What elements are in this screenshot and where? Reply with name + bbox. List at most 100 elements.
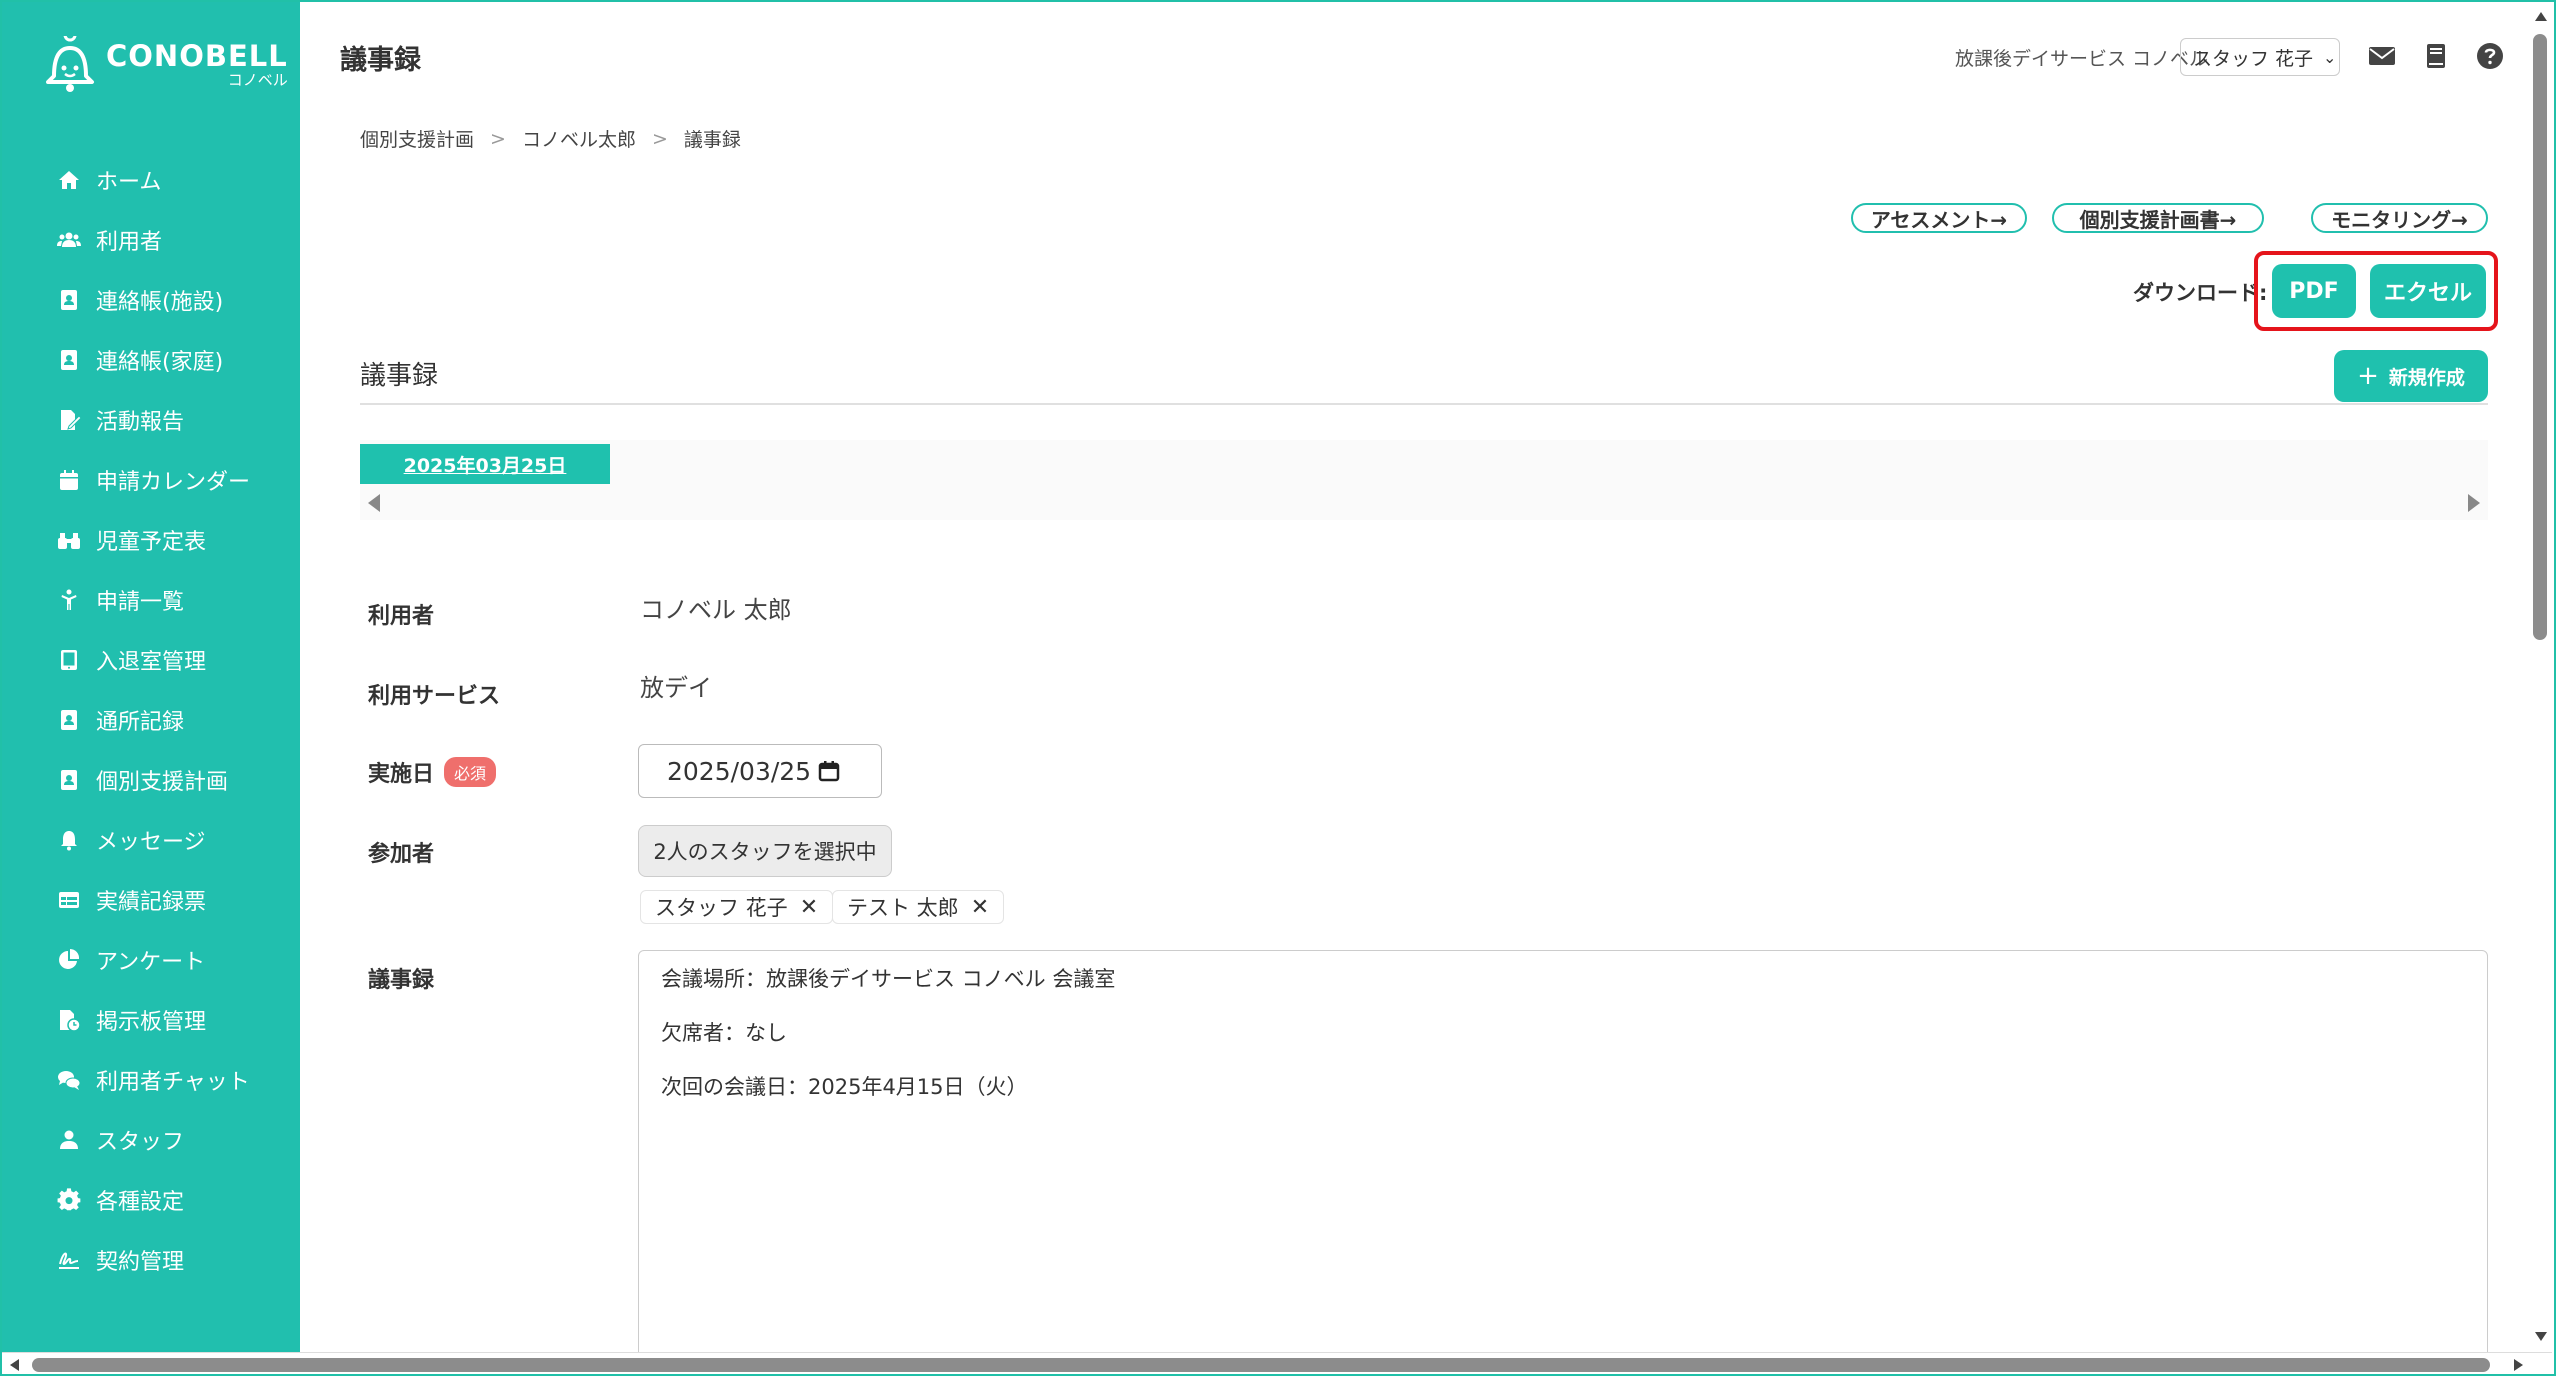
mail-icon[interactable] <box>2366 40 2398 72</box>
contact-book-icon <box>56 347 82 373</box>
minutes-textarea[interactable]: 会議場所：放課後デイサービス コノベル 会議室 欠席者：なし 次回の会議日：20… <box>638 950 2488 1370</box>
sidebar-item-contact-facility[interactable]: 連絡帳(施設) <box>2 270 300 330</box>
user-label: 利用者 <box>368 604 435 629</box>
sidebar-item-label: スタッフ <box>96 1130 185 1155</box>
sidebar-item-survey[interactable]: アンケート <box>2 930 300 990</box>
plus-icon: + <box>2357 361 2379 391</box>
vertical-scrollbar[interactable] <box>2530 4 2552 1356</box>
sidebar-item-label: 入退室管理 <box>96 650 207 675</box>
edit-document-icon <box>56 407 82 433</box>
breadcrumb-separator-icon: > <box>490 127 506 150</box>
pdf-download-button[interactable]: PDF <box>2272 264 2356 318</box>
participant-chip: スタッフ 花子 ✕ <box>640 890 834 924</box>
sidebar-item-contact-home[interactable]: 連絡帳(家庭) <box>2 330 300 390</box>
horizontal-scrollbar[interactable] <box>2 1352 2552 1377</box>
excel-download-button[interactable]: エクセル <box>2370 264 2486 318</box>
sidebar-item-users[interactable]: 利用者 <box>2 210 300 270</box>
horizontal-scroll-thumb[interactable] <box>32 1358 2490 1372</box>
section-divider <box>360 403 2488 405</box>
minutes-line: 会議場所：放課後デイサービス コノベル 会議室 <box>661 967 1116 991</box>
user-value: コノベル 太郎 <box>640 596 792 624</box>
sidebar-item-label: 通所記録 <box>96 710 185 735</box>
bell-logo-icon <box>46 36 94 92</box>
home-icon <box>56 167 82 193</box>
binoculars-icon <box>56 527 82 553</box>
sidebar-item-activity-report[interactable]: 活動報告 <box>2 390 300 450</box>
user-icon <box>56 1127 82 1153</box>
manual-book-icon[interactable] <box>2420 40 2452 72</box>
download-label: ダウンロード: <box>2133 281 2268 305</box>
date-input[interactable]: 2025/03/25 <box>638 744 882 798</box>
scroll-left-icon[interactable] <box>368 494 380 512</box>
sidebar: CONOBELL コノベル ホーム 利用者 連絡帳(施設) 連絡帳(家庭) 活動… <box>2 2 300 1352</box>
facility-name: 放課後デイサービス コノベル <box>1955 48 2209 70</box>
bell-icon <box>56 827 82 853</box>
sidebar-item-request-calendar[interactable]: 申請カレンダー <box>2 450 300 510</box>
sidebar-item-label: 利用者チャット <box>96 1070 250 1095</box>
scroll-left-icon[interactable] <box>10 1359 19 1371</box>
sidebar-item-bulletin-board[interactable]: 掲示板管理 <box>2 990 300 1050</box>
sidebar-item-label: 連絡帳(家庭) <box>96 350 224 375</box>
participant-name: テスト 太郎 <box>847 896 959 920</box>
new-create-label: 新規作成 <box>2388 366 2465 389</box>
staff-selector-value: スタッフ 花子 <box>2193 47 2314 70</box>
contact-book-icon <box>56 287 82 313</box>
gear-icon <box>56 1187 82 1213</box>
child-icon <box>56 587 82 613</box>
participants-select-button[interactable]: 2人のスタッフを選択中 <box>638 825 892 877</box>
sidebar-item-label: 連絡帳(施設) <box>96 290 224 315</box>
scroll-right-icon[interactable] <box>2514 1359 2523 1371</box>
assessment-link-button[interactable]: アセスメント→ <box>1851 203 2027 233</box>
users-icon <box>56 227 82 253</box>
sidebar-item-attendance[interactable]: 入退室管理 <box>2 630 300 690</box>
sidebar-item-visit-records[interactable]: 通所記録 <box>2 690 300 750</box>
sidebar-item-home[interactable]: ホーム <box>2 150 300 210</box>
staff-selector[interactable]: スタッフ 花子 ⌄ <box>2180 38 2340 76</box>
sidebar-item-label: 児童予定表 <box>96 530 207 555</box>
breadcrumb-separator-icon: > <box>651 127 668 150</box>
contact-book-icon <box>56 707 82 733</box>
breadcrumb-item-current: 議事録 <box>683 129 741 151</box>
required-badge: 必須 <box>444 757 497 787</box>
sidebar-item-messages[interactable]: メッセージ <box>2 810 300 870</box>
sidebar-item-label: 掲示板管理 <box>96 1010 207 1035</box>
service-label: 利用サービス <box>368 684 501 709</box>
participant-name: スタッフ 花子 <box>655 896 788 920</box>
sidebar-item-label: 契約管理 <box>96 1250 185 1275</box>
tablet-icon <box>56 647 82 673</box>
sidebar-item-label: 活動報告 <box>96 410 185 435</box>
sidebar-item-performance-record[interactable]: 実績記録票 <box>2 870 300 930</box>
breadcrumb-item-user[interactable]: コノベル太郎 <box>522 125 636 152</box>
sidebar-item-user-chat[interactable]: 利用者チャット <box>2 1050 300 1110</box>
sidebar-item-label: 利用者 <box>96 230 163 255</box>
participant-chip: テスト 太郎 ✕ <box>832 890 1005 924</box>
support-plan-link-button[interactable]: 個別支援計画書→ <box>2052 203 2264 233</box>
sidebar-item-child-schedule[interactable]: 児童予定表 <box>2 510 300 570</box>
sidebar-item-contracts[interactable]: 契約管理 <box>2 1230 300 1290</box>
logo[interactable]: CONOBELL コノベル <box>42 36 288 94</box>
remove-icon[interactable]: ✕ <box>971 895 989 920</box>
date-label-row: 実施日 必須 <box>368 756 497 788</box>
sidebar-item-request-list[interactable]: 申請一覧 <box>2 570 300 630</box>
date-tab-selected[interactable]: 2025年03月25日 <box>360 444 610 484</box>
scroll-down-icon[interactable] <box>2535 1332 2547 1341</box>
table-icon <box>56 887 82 913</box>
remove-icon[interactable]: ✕ <box>800 895 818 920</box>
help-icon[interactable] <box>2474 40 2506 72</box>
vertical-scroll-thumb[interactable] <box>2533 34 2547 640</box>
new-create-button[interactable]: + 新規作成 <box>2334 350 2488 402</box>
breadcrumb-item-support-plan[interactable]: 個別支援計画 <box>360 125 474 152</box>
sidebar-item-staff[interactable]: スタッフ <box>2 1110 300 1170</box>
sidebar-item-support-plan[interactable]: 個別支援計画 <box>2 750 300 810</box>
sidebar-nav: ホーム 利用者 連絡帳(施設) 連絡帳(家庭) 活動報告 申請カレンダー 児童予… <box>2 150 300 1290</box>
minutes-line: 欠席者：なし <box>661 1021 787 1045</box>
scroll-right-icon[interactable] <box>2468 494 2480 512</box>
signature-icon <box>56 1247 82 1273</box>
scroll-up-icon[interactable] <box>2535 12 2547 21</box>
service-value: 放デイ <box>640 674 712 702</box>
sidebar-item-settings[interactable]: 各種設定 <box>2 1170 300 1230</box>
monitoring-link-button[interactable]: モニタリング→ <box>2311 203 2488 233</box>
calendar-icon[interactable] <box>817 759 841 783</box>
sidebar-item-label: ホーム <box>96 170 162 195</box>
sidebar-item-label: 各種設定 <box>96 1190 185 1215</box>
